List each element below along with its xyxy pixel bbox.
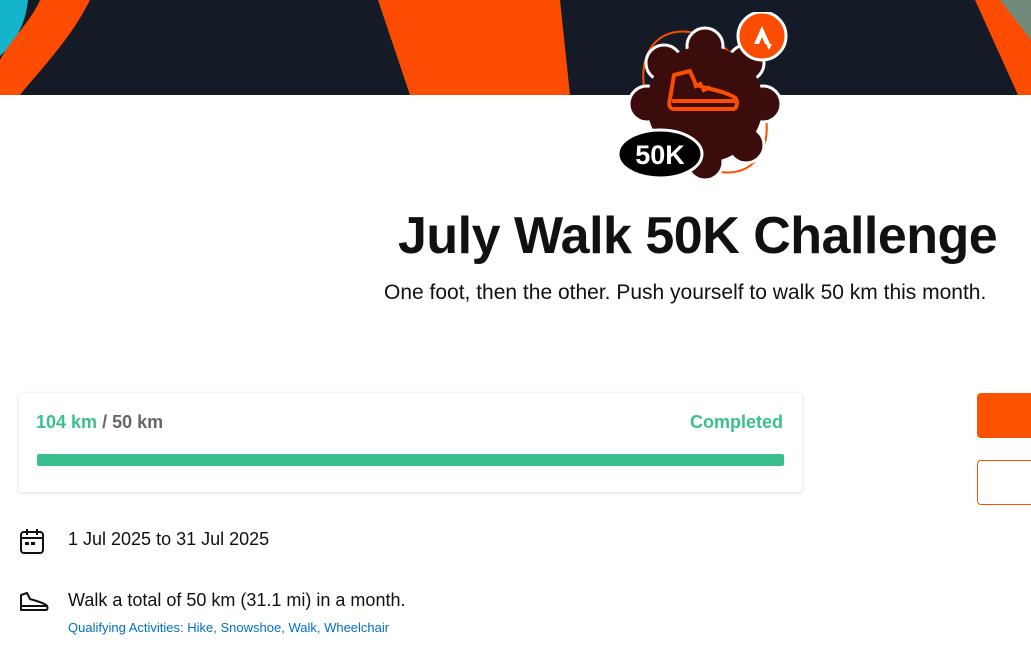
qualifying-activity-0: Hike xyxy=(187,620,214,635)
progress-bar xyxy=(37,454,784,466)
calendar-icon xyxy=(20,529,44,554)
banner-artwork xyxy=(0,0,1031,95)
progress-goal-value: 50 km xyxy=(112,412,164,432)
secondary-action-button[interactable] xyxy=(977,460,1031,505)
progress-amount: 104 km / 50 km xyxy=(36,412,163,433)
progress-status: Completed xyxy=(689,412,783,432)
badge-label: 50K xyxy=(635,140,685,170)
challenge-badge: 50K xyxy=(612,10,792,184)
date-range: 1 Jul 2025 to 31 Jul 2025 xyxy=(68,529,270,549)
qualifying-activity-2: Walk xyxy=(288,620,317,635)
progress-card: 104 km / 50 km Completed xyxy=(19,393,802,492)
challenge-subtitle: One foot, then the other. Push yourself … xyxy=(384,281,987,304)
qualifying-activities: Qualifying Activities: Hike, Snowshoe, W… xyxy=(68,620,390,635)
qualifying-activity-3: Wheelchair xyxy=(324,620,390,635)
primary-action-button[interactable] xyxy=(977,393,1031,438)
shoe-icon xyxy=(20,592,49,611)
progress-bar-fill xyxy=(37,454,784,466)
strava-logo-icon xyxy=(736,10,788,62)
qualifying-label: Qualifying Activities: xyxy=(68,620,184,635)
challenge-title: July Walk 50K Challenge xyxy=(398,207,998,265)
qualifying-activity-1: Snowshoe xyxy=(220,620,282,635)
goal-description: Walk a total of 50 km (31.1 mi) in a mon… xyxy=(68,590,406,610)
progress-separator: / xyxy=(102,412,108,432)
challenge-page: 50K July Walk 50K Challenge One foot, th… xyxy=(0,0,1031,645)
progress-completed-value: 104 km xyxy=(36,412,98,432)
challenge-banner xyxy=(0,0,1031,95)
